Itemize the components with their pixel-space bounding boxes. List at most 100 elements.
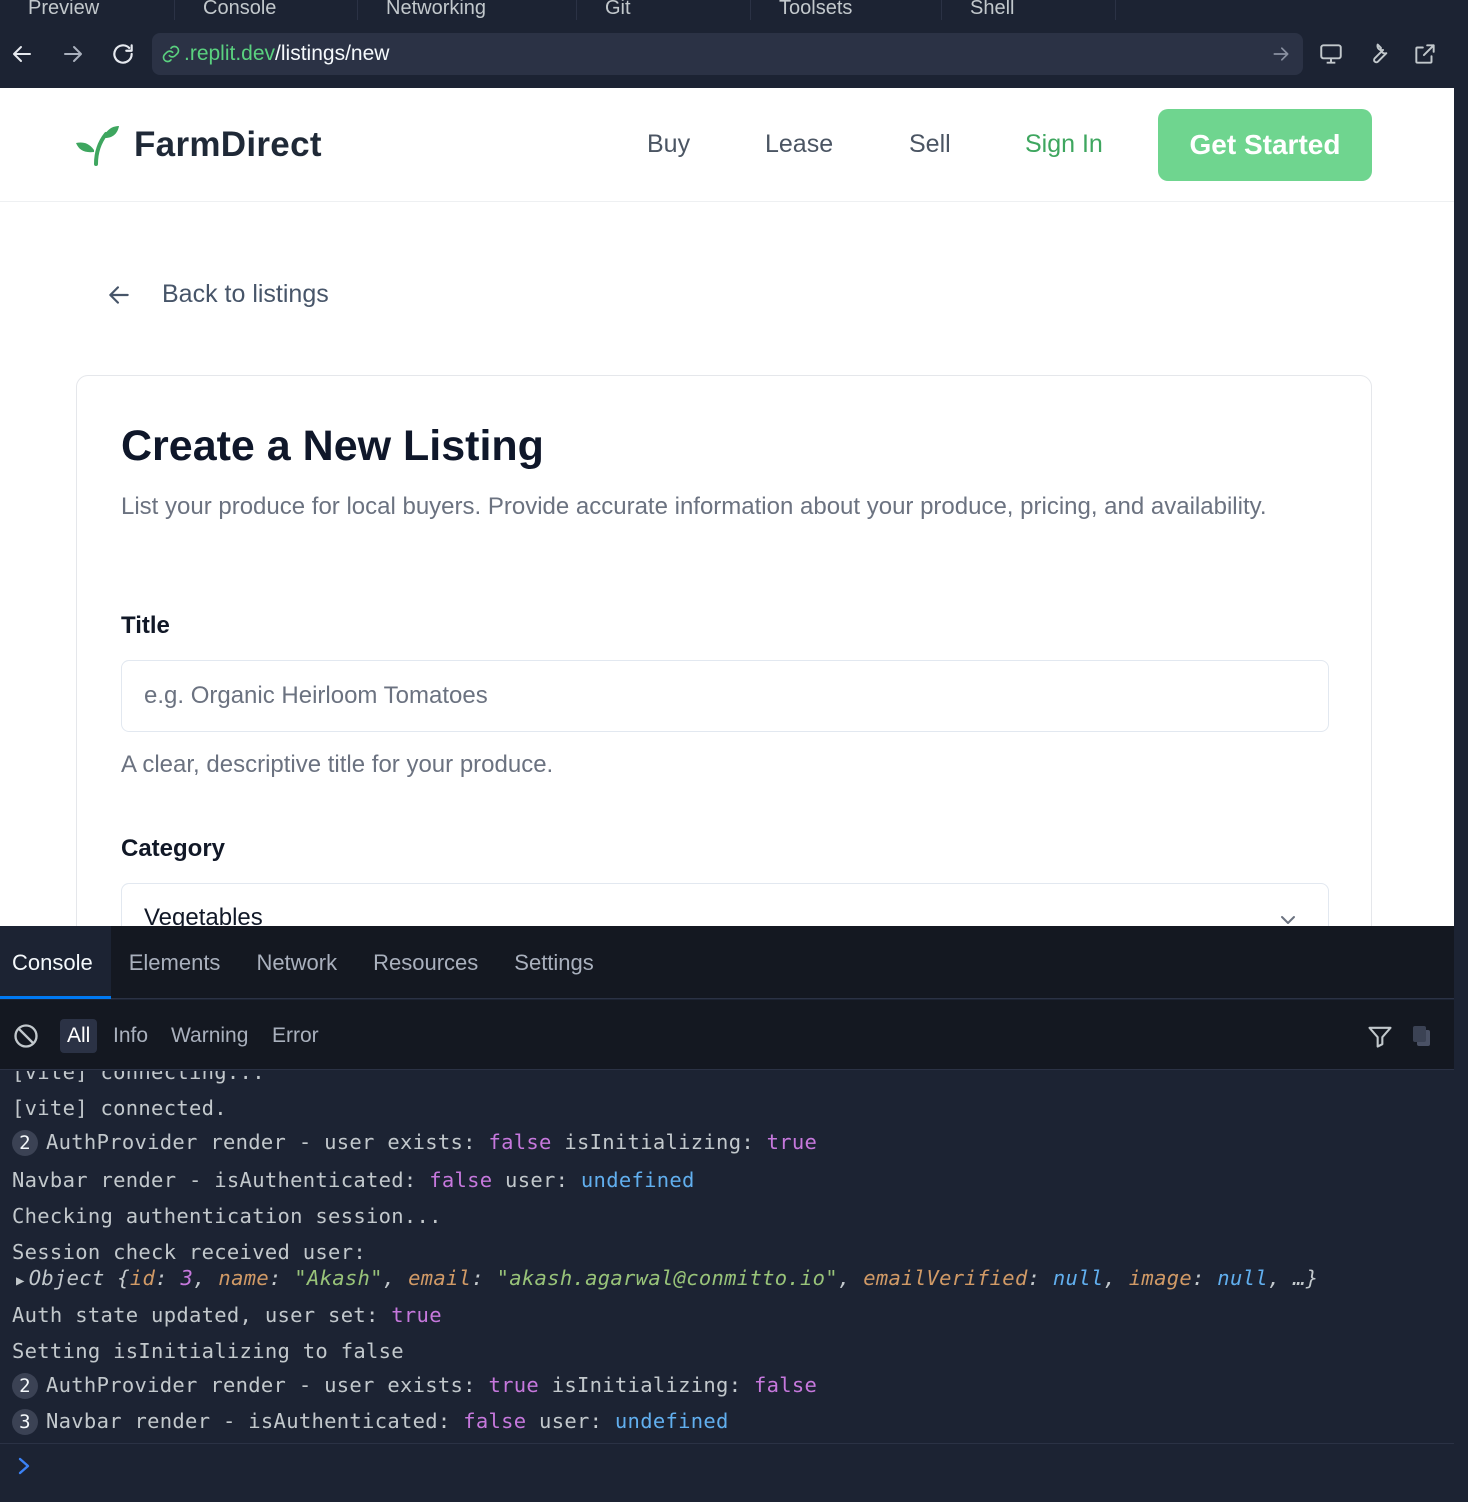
filter-info[interactable]: Info (106, 1019, 155, 1053)
web-preview: FarmDirect Buy Lease Sell Sign In Get St… (0, 88, 1454, 926)
link-icon (162, 45, 180, 63)
nav-lease[interactable]: Lease (765, 130, 833, 159)
log-value: true (488, 1373, 540, 1397)
forward-arrow-icon[interactable] (57, 38, 89, 70)
object-key: id (129, 1266, 156, 1290)
log-entry: 2 AuthProvider render - user exists: fals… (12, 1130, 817, 1156)
filter-all[interactable]: All (60, 1019, 98, 1053)
open-external-icon[interactable] (1409, 38, 1441, 70)
log-text: [vite] connected. (12, 1096, 227, 1120)
go-arrow-icon[interactable] (1271, 44, 1291, 64)
repeat-count-badge: 2 (12, 1130, 38, 1156)
tab-console[interactable]: Console (175, 0, 358, 20)
address-row: .replit.dev/listings/new (0, 26, 1468, 84)
devtools-tab-elements-label: Elements (128, 949, 221, 975)
tab-shell[interactable]: Shell (942, 0, 1116, 20)
back-arrow-icon[interactable] (6, 38, 38, 70)
console-input[interactable] (0, 1443, 1454, 1487)
url-bar[interactable]: .replit.dev/listings/new (152, 33, 1303, 75)
log-entry: 3 Navbar render - isAuthenticated: false … (12, 1409, 729, 1435)
object-key: image (1128, 1266, 1192, 1290)
log-entry: [vite] connecting... (12, 1071, 265, 1084)
devtools-tab-elements[interactable]: Elements (111, 926, 239, 999)
url-text: .replit.dev/listings/new (184, 42, 389, 66)
expand-triangle-icon[interactable]: ▶ (16, 1273, 25, 1289)
form-title: Create a New Listing (121, 422, 544, 470)
tab-git[interactable]: Git (577, 0, 751, 20)
filter-icon[interactable] (1366, 1022, 1394, 1050)
object-prefix: Object { (28, 1266, 130, 1290)
chevron-down-icon (1281, 916, 1295, 924)
tab-networking[interactable]: Networking (358, 0, 577, 20)
category-label: Category (121, 835, 226, 862)
log-text: isInitializing: (551, 1130, 767, 1154)
log-value: undefined (614, 1409, 729, 1433)
nav-sell[interactable]: Sell (909, 130, 951, 159)
brand-logo[interactable]: FarmDirect (74, 124, 322, 166)
nav-sign-in[interactable]: Sign In (1025, 130, 1103, 159)
tab-preview[interactable]: Preview (0, 0, 175, 20)
log-value: undefined (580, 1168, 695, 1192)
repeat-count-badge: 3 (12, 1409, 38, 1435)
prompt-chevron-icon (18, 1457, 30, 1475)
log-text: isInitializing: (539, 1373, 754, 1397)
log-text: [vite] connecting... (12, 1071, 265, 1084)
console-log: [vite] connecting... [vite] connected. 2… (0, 1071, 1454, 1443)
devtools-tab-network[interactable]: Network (238, 926, 355, 999)
devtools-tab-resources-label: Resources (373, 949, 479, 975)
listing-form-card: Create a New Listing List your produce f… (76, 375, 1372, 926)
object-value: null (1052, 1266, 1104, 1290)
filter-error[interactable]: Error (265, 1019, 326, 1053)
device-icon[interactable] (1315, 38, 1347, 70)
browser-chrome: Preview Console Networking Git Toolsets … (0, 0, 1468, 88)
nav-buy[interactable]: Buy (647, 130, 690, 159)
log-entry: Checking authentication session... (12, 1204, 442, 1228)
tab-console-label: Console (203, 0, 277, 19)
tab-preview-label: Preview (28, 0, 100, 19)
log-entry: Navbar render - isAuthenticated: false u… (12, 1168, 695, 1192)
tab-git-label: Git (605, 0, 631, 19)
log-entry: [vite] connected. (12, 1096, 227, 1120)
log-entry: Session check received user: (12, 1240, 366, 1264)
log-text: Checking authentication session... (12, 1204, 442, 1228)
log-text: Session check received user: (12, 1240, 366, 1264)
log-text: AuthProvider render - user exists: (46, 1373, 489, 1397)
devtools-tab-console[interactable]: Console (0, 926, 111, 999)
log-text: Navbar render - isAuthenticated: (46, 1409, 464, 1433)
clear-console-icon[interactable] (12, 1022, 40, 1050)
devtools-tab-console-label: Console (12, 949, 93, 975)
wrench-icon[interactable] (1362, 38, 1394, 70)
site-header: FarmDirect Buy Lease Sell Sign In Get St… (0, 88, 1454, 202)
url-host: .replit.dev (184, 42, 276, 65)
object-value: "Akash" (294, 1266, 383, 1290)
tab-toolsets[interactable]: Toolsets (751, 0, 942, 20)
object-key: name (218, 1266, 269, 1290)
devtools-tabs: Console Elements Network Resources Setti… (0, 926, 1454, 999)
devtools-tab-settings[interactable]: Settings (496, 926, 612, 999)
devtools-tab-settings-label: Settings (514, 949, 594, 975)
log-value: false (429, 1168, 493, 1192)
back-to-listings-link[interactable]: Back to listings (106, 280, 329, 309)
copy-icon[interactable] (1410, 1023, 1434, 1049)
sprout-icon (76, 126, 119, 166)
object-key: email (408, 1266, 472, 1290)
get-started-button[interactable]: Get Started (1158, 109, 1372, 181)
category-value: Vegetables (144, 904, 263, 926)
title-input[interactable] (121, 660, 1329, 732)
log-entry: Setting isInitializing to false (12, 1339, 404, 1363)
tab-toolsets-label: Toolsets (779, 0, 853, 19)
log-value: false (753, 1373, 818, 1397)
title-label: Title (121, 612, 170, 639)
window-bottom-edge (0, 1487, 1468, 1502)
tab-networking-label: Networking (386, 0, 487, 19)
window-edge (1454, 88, 1468, 1502)
devtools-tab-resources[interactable]: Resources (355, 926, 496, 999)
category-select[interactable]: Vegetables (121, 883, 1329, 926)
log-object[interactable]: ▶ Object {id: 3, name: "Akash", email: "a… (16, 1266, 1318, 1290)
object-value: 3 (180, 1266, 194, 1290)
filter-warning[interactable]: Warning (164, 1019, 255, 1053)
back-link-label: Back to listings (162, 280, 329, 308)
reload-icon[interactable] (107, 38, 139, 70)
back-arrow-icon (109, 285, 129, 304)
log-text: user: (492, 1168, 581, 1192)
